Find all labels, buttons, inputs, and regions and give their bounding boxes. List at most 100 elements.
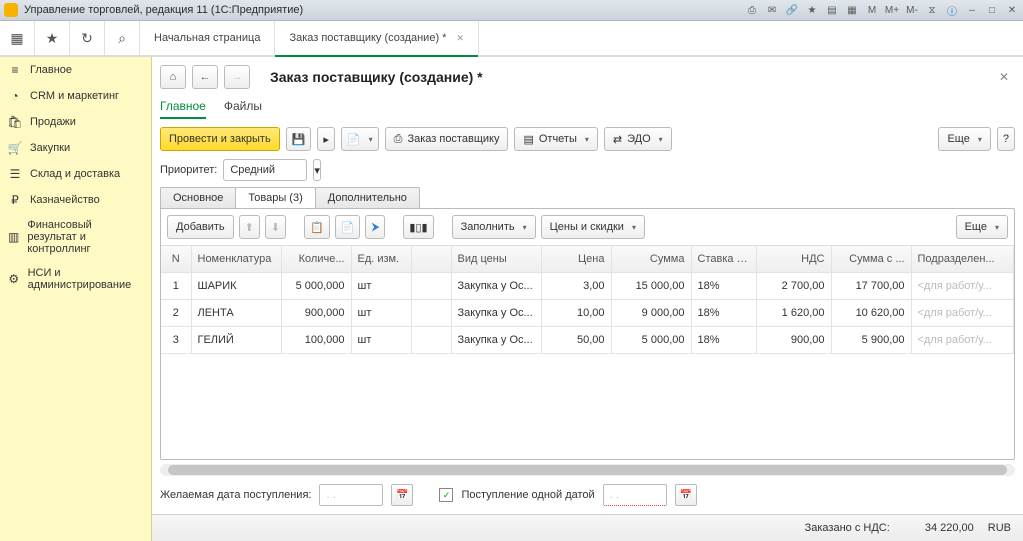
edo-button[interactable]: ⇄ЭДО — [604, 127, 672, 151]
tab-label: Заказ поставщику (создание) * — [289, 32, 446, 44]
history-icon[interactable]: ⧖ — [925, 3, 939, 17]
sidebar-item-sales[interactable]: 🛍Продажи — [0, 109, 151, 135]
reports-button[interactable]: ▤Отчеты — [514, 127, 597, 151]
priority-label: Приоритет: — [160, 164, 217, 176]
col-n[interactable]: N — [161, 246, 191, 273]
create-based-button[interactable]: 📄 — [341, 127, 379, 151]
table-row[interactable]: 3ГЕЛИЙ100,000штЗакупка у Ос...50,005 000… — [161, 327, 1014, 354]
horizontal-scrollbar[interactable] — [160, 464, 1015, 476]
page-title: Заказ поставщику (создание) * — [270, 69, 483, 85]
sidebar-item-crm[interactable]: ◔CRM и маркетинг — [0, 83, 151, 109]
print-icon: ⎙ — [394, 133, 403, 146]
sidebar-item-label: CRM и маркетинг — [30, 90, 119, 102]
favorite-icon[interactable]: ★ — [805, 3, 819, 17]
sidebar-item-label: Продажи — [30, 116, 76, 128]
tab-start-page[interactable]: Начальная страница — [140, 21, 275, 55]
col-nomenclature[interactable]: Номенклатура — [191, 246, 281, 273]
m-icon[interactable]: M — [865, 3, 879, 17]
search-icon[interactable]: ⌕ — [105, 21, 140, 55]
ribbon: ▦ ★ ↻ ⌕ Начальная страница Заказ поставщ… — [0, 21, 1023, 57]
copy-button[interactable]: 📋 — [304, 215, 330, 239]
home-button[interactable]: ⌂ — [160, 65, 186, 89]
subtab-basic[interactable]: Основное — [160, 187, 236, 208]
move-down-button[interactable]: ⬇ — [265, 215, 286, 239]
history-nav-icon[interactable]: ↻ — [70, 21, 105, 55]
chart-icon: ▥ — [8, 230, 19, 244]
minimize-icon[interactable]: – — [965, 3, 979, 17]
col-sum-vat[interactable]: Сумма с ... — [831, 246, 911, 273]
calc-icon[interactable]: ▤ — [825, 3, 839, 17]
calendar-button-2[interactable]: 📅 — [675, 484, 697, 506]
m-plus-icon[interactable]: M+ — [885, 3, 899, 17]
post-button[interactable]: ▸ — [317, 127, 335, 151]
tab-document[interactable]: Заказ поставщику (создание) * ✕ — [275, 21, 479, 55]
col-vat-rate[interactable]: Ставка Н... — [691, 246, 756, 273]
grid-more-button[interactable]: Еще — [956, 215, 1008, 239]
sidebar-item-admin[interactable]: ⚙НСИ и администрирование — [0, 261, 151, 297]
goods-table[interactable]: N Номенклатура Количе... Ед. изм. Вид це… — [161, 245, 1014, 459]
mail-icon[interactable]: ✉ — [765, 3, 779, 17]
page-close-icon[interactable]: ✕ — [993, 70, 1015, 84]
order-supplier-button[interactable]: ⎙Заказ поставщику — [385, 127, 509, 151]
page-tab-files[interactable]: Файлы — [224, 95, 262, 119]
page-tab-main[interactable]: Главное — [160, 95, 206, 119]
prices-button[interactable]: Цены и скидки — [541, 215, 645, 239]
desired-date-label: Желаемая дата поступления: — [160, 489, 311, 501]
table-row[interactable]: 1ШАРИК5 000,000штЗакупка у Ос...3,0015 0… — [161, 273, 1014, 300]
back-button[interactable]: ← — [192, 65, 218, 89]
priority-select[interactable]: Средний — [223, 159, 307, 181]
col-spacer — [411, 246, 451, 273]
window-title: Управление торговлей, редакция 11 (1С:Пр… — [24, 4, 303, 16]
tab-close-icon[interactable]: ✕ — [456, 33, 464, 44]
sidebar-item-purchases[interactable]: 🛒Закупки — [0, 135, 151, 161]
fill-button[interactable]: Заполнить — [452, 215, 536, 239]
window-close-icon[interactable]: ✕ — [1005, 3, 1019, 17]
table-row[interactable]: 2ЛЕНТА900,000штЗакупка у Ос...10,009 000… — [161, 300, 1014, 327]
col-quantity[interactable]: Количе... — [281, 246, 351, 273]
col-unit[interactable]: Ед. изм. — [351, 246, 411, 273]
col-vat[interactable]: НДС — [756, 246, 831, 273]
single-date-input[interactable]: . . — [603, 484, 667, 506]
help-button[interactable]: ? — [997, 127, 1015, 151]
forward-button[interactable]: → — [224, 65, 250, 89]
m-minus-icon[interactable]: M- — [905, 3, 919, 17]
reports-icon: ▤ — [523, 133, 533, 146]
add-button[interactable]: Добавить — [167, 215, 234, 239]
sidebar-item-label: Склад и доставка — [30, 168, 120, 180]
single-date-checkbox[interactable]: ✓ — [439, 488, 453, 502]
sidebar: ≡Главное ◔CRM и маркетинг 🛍Продажи 🛒Заку… — [0, 57, 152, 541]
print-icon[interactable]: ⎙ — [745, 3, 759, 17]
save-button[interactable]: 💾 — [286, 127, 312, 151]
subtab-goods[interactable]: Товары (3) — [235, 187, 315, 208]
calendar-button[interactable]: 📅 — [391, 484, 413, 506]
favorites-icon[interactable]: ★ — [35, 21, 70, 55]
post-icon: ▸ — [323, 133, 329, 146]
barcode-button[interactable]: ▮▯▮ — [403, 215, 433, 239]
link-icon[interactable]: 🔗 — [785, 3, 799, 17]
col-price-type[interactable]: Вид цены — [451, 246, 541, 273]
col-department[interactable]: Подразделен... — [911, 246, 1014, 273]
col-sum[interactable]: Сумма — [611, 246, 691, 273]
sidebar-item-treasury[interactable]: ₽Казначейство — [0, 187, 151, 213]
priority-dropdown-icon[interactable]: ▾ — [313, 159, 321, 181]
share-button[interactable]: ⮞ — [365, 215, 385, 239]
col-price[interactable]: Цена — [541, 246, 611, 273]
maximize-icon[interactable]: □ — [985, 3, 999, 17]
post-and-close-button[interactable]: Провести и закрыть — [160, 127, 280, 151]
total-amount: 34 220,00 — [904, 522, 974, 534]
paste-button[interactable]: 📄 — [335, 215, 361, 239]
calendar-icon[interactable]: ▦ — [845, 3, 859, 17]
move-up-button[interactable]: ⬆ — [239, 215, 260, 239]
sidebar-item-warehouse[interactable]: ☰Склад и доставка — [0, 161, 151, 187]
edo-icon: ⇄ — [613, 133, 622, 146]
info-icon[interactable]: ⓘ — [945, 3, 959, 17]
titlebar: Управление торговлей, редакция 11 (1С:Пр… — [0, 0, 1023, 21]
sidebar-item-main[interactable]: ≡Главное — [0, 57, 151, 83]
desired-date-input[interactable]: . . — [319, 484, 383, 506]
sidebar-item-label: Закупки — [30, 142, 70, 154]
sidebar-item-finance[interactable]: ▥Финансовый результат и контроллинг — [0, 213, 151, 261]
more-button[interactable]: Еще — [938, 127, 990, 151]
apps-icon[interactable]: ▦ — [0, 21, 35, 55]
menu-icon: ≡ — [8, 63, 22, 77]
subtab-extra[interactable]: Дополнительно — [315, 187, 420, 208]
